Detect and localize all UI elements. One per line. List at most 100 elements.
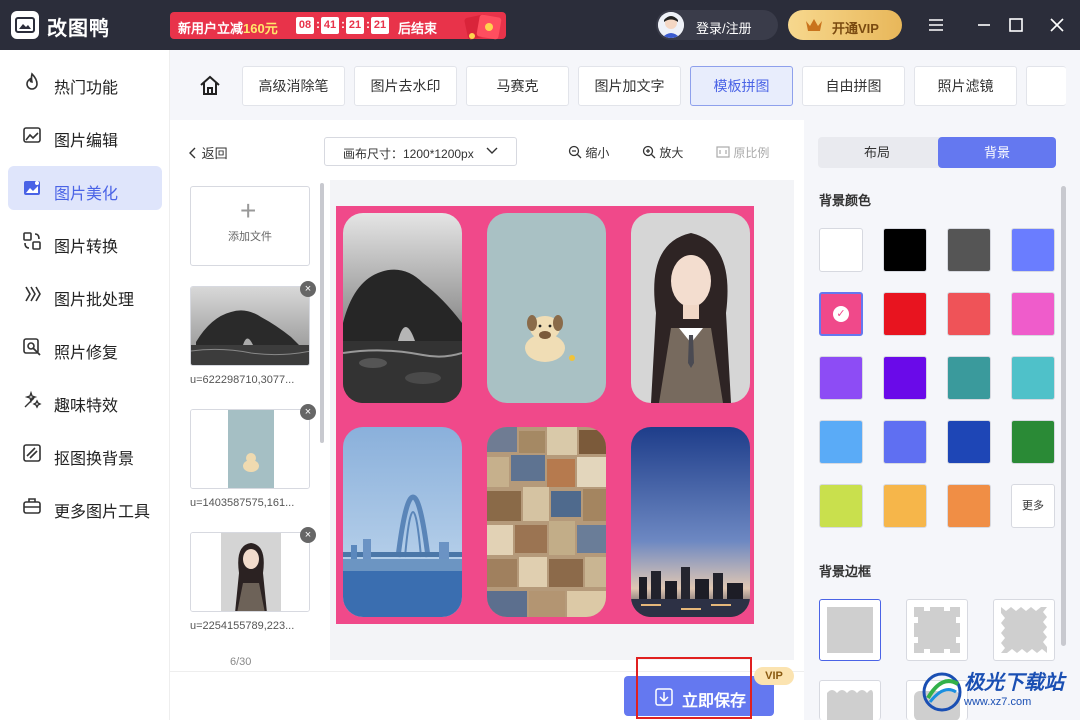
sidebar-item-convert[interactable]: 图片转换 [8, 219, 162, 263]
original-ratio-button[interactable]: 原比例 [716, 144, 769, 161]
zoom-in-label: 放大 [659, 146, 684, 160]
color-swatch[interactable] [883, 420, 927, 464]
collage-cell-skyline[interactable] [631, 427, 750, 617]
minimize-icon[interactable] [972, 13, 996, 37]
more-colors-button[interactable]: 更多 [1011, 484, 1055, 528]
sidebar-item-beautify[interactable]: 图片美化 [8, 166, 162, 210]
canvas-size-select[interactable]: 画布尺寸：1200*1200px [324, 137, 517, 166]
border-option-plain[interactable] [819, 599, 881, 661]
zoom-in-button[interactable]: 放大 [642, 144, 683, 161]
tab-background[interactable]: 背景 [938, 137, 1056, 168]
remove-file-icon[interactable]: × [300, 527, 316, 543]
color-swatch[interactable] [1011, 420, 1055, 464]
file-thumb-3[interactable] [190, 532, 310, 612]
add-file-button[interactable]: + 添加文件 [190, 186, 310, 266]
tab-advanced-eraser[interactable]: 高级消除笔 [242, 66, 345, 106]
maximize-icon[interactable] [1004, 13, 1028, 37]
sidebar-item-label: 更多图片工具 [54, 504, 151, 521]
sidebar-item-repair[interactable]: 照片修复 [8, 325, 162, 369]
color-swatch[interactable] [1011, 228, 1055, 272]
file-name: u=2254155789,223... [190, 620, 295, 632]
tab-layout[interactable]: 布局 [818, 137, 936, 168]
color-swatch[interactable] [883, 292, 927, 336]
remove-file-icon[interactable]: × [300, 404, 316, 420]
vip-button[interactable]: 开通VIP [788, 10, 902, 40]
countdown-minutes: 41 [321, 17, 339, 34]
collage-cell-portrait[interactable] [631, 213, 750, 403]
city-image [487, 427, 606, 617]
avatar [658, 12, 684, 38]
sidebar-item-more-tools[interactable]: 更多图片工具 [8, 484, 162, 528]
red-envelope-icon [464, 14, 502, 40]
thumb-rock-image [191, 287, 309, 365]
collage-cell-bridge[interactable] [343, 427, 462, 617]
panel-tabs: 布局 背景 [818, 137, 1056, 168]
tab-photo-filter[interactable]: 照片滤镜 [914, 66, 1017, 106]
file-thumb-1[interactable] [190, 286, 310, 366]
tab-remove-watermark[interactable]: 图片去水印 [354, 66, 457, 106]
color-swatch[interactable] [947, 420, 991, 464]
countdown-ms: 21 [371, 17, 389, 34]
promo-text: 新用户立减160元 [178, 21, 278, 36]
remove-file-icon[interactable]: × [300, 281, 316, 297]
zoom-out-button[interactable]: 缩小 [568, 144, 609, 161]
menu-icon[interactable] [924, 13, 948, 37]
color-swatch[interactable] [947, 356, 991, 400]
file-list-scrollbar[interactable] [320, 183, 324, 443]
tool-tabs: 高级消除笔 图片去水印 马赛克 图片加文字 模板拼图 自由拼图 照片滤镜 [170, 50, 1080, 120]
sidebar-item-label: 图片转换 [54, 239, 119, 256]
color-swatch[interactable] [947, 484, 991, 528]
sidebar-item-label: 图片美化 [54, 186, 119, 203]
tab-free-collage[interactable]: 自由拼图 [802, 66, 905, 106]
watermark-url: www.xz7.com [964, 696, 1032, 708]
app-title: 改图鸭 [47, 18, 110, 40]
collage-cell-rock[interactable] [343, 213, 462, 403]
file-thumb-2[interactable] [190, 409, 310, 489]
color-swatch[interactable]: ✓ [819, 292, 863, 336]
countdown-seconds: 21 [346, 17, 364, 34]
color-swatch[interactable] [1011, 292, 1055, 336]
close-icon[interactable] [1045, 13, 1069, 37]
sidebar-item-effects[interactable]: 趣味特效 [8, 378, 162, 422]
zoom-out-label: 缩小 [585, 146, 610, 160]
collage-cell-city[interactable] [487, 427, 606, 617]
color-swatch[interactable] [947, 292, 991, 336]
back-button[interactable]: 返回 [188, 143, 228, 162]
sidebar-item-label: 抠图换背景 [54, 451, 135, 468]
collage-canvas[interactable] [336, 206, 754, 624]
sparkle-icon [24, 390, 42, 409]
tab-mosaic[interactable]: 马赛克 [466, 66, 569, 106]
right-panel-scrollbar[interactable] [1061, 186, 1066, 646]
promo-banner[interactable]: 新用户立减160元 08 : 41 : 21 : 21 后结束 [170, 12, 506, 40]
border-wavy-icon [827, 690, 873, 720]
border-option-zigzag[interactable] [993, 599, 1055, 661]
color-swatch[interactable] [947, 228, 991, 272]
sidebar-item-edit[interactable]: 图片编辑 [8, 113, 162, 157]
file-count: 6/30 [230, 656, 252, 668]
plus-icon: + [240, 195, 257, 226]
sidebar-item-hot[interactable]: 热门功能 [8, 60, 162, 104]
border-option-wavy[interactable] [819, 680, 881, 720]
login-label: 登录/注册 [696, 21, 752, 36]
sidebar-item-cutout[interactable]: 抠图换背景 [8, 431, 162, 475]
border-option-notched[interactable] [906, 599, 968, 661]
color-swatch[interactable] [819, 484, 863, 528]
chevron-down-icon [486, 147, 498, 154]
sidebar-item-batch[interactable]: 图片批处理 [8, 272, 162, 316]
tab-template-collage[interactable]: 模板拼图 [690, 66, 793, 106]
color-swatch[interactable] [819, 420, 863, 464]
rock-arch-image [343, 213, 462, 403]
home-icon[interactable] [198, 74, 222, 98]
color-swatch[interactable] [883, 484, 927, 528]
tab-overflow[interactable] [1026, 66, 1066, 106]
color-swatch[interactable] [883, 228, 927, 272]
color-swatch[interactable] [819, 228, 863, 272]
color-swatch[interactable] [1011, 356, 1055, 400]
tab-add-text[interactable]: 图片加文字 [578, 66, 681, 106]
sidebar-item-label: 热门功能 [54, 80, 119, 97]
collage-cell-dog[interactable] [487, 213, 606, 403]
vip-label: 开通VIP [832, 21, 879, 36]
login-button[interactable]: 登录/注册 [656, 10, 778, 40]
color-swatch[interactable] [819, 356, 863, 400]
color-swatch[interactable] [883, 356, 927, 400]
